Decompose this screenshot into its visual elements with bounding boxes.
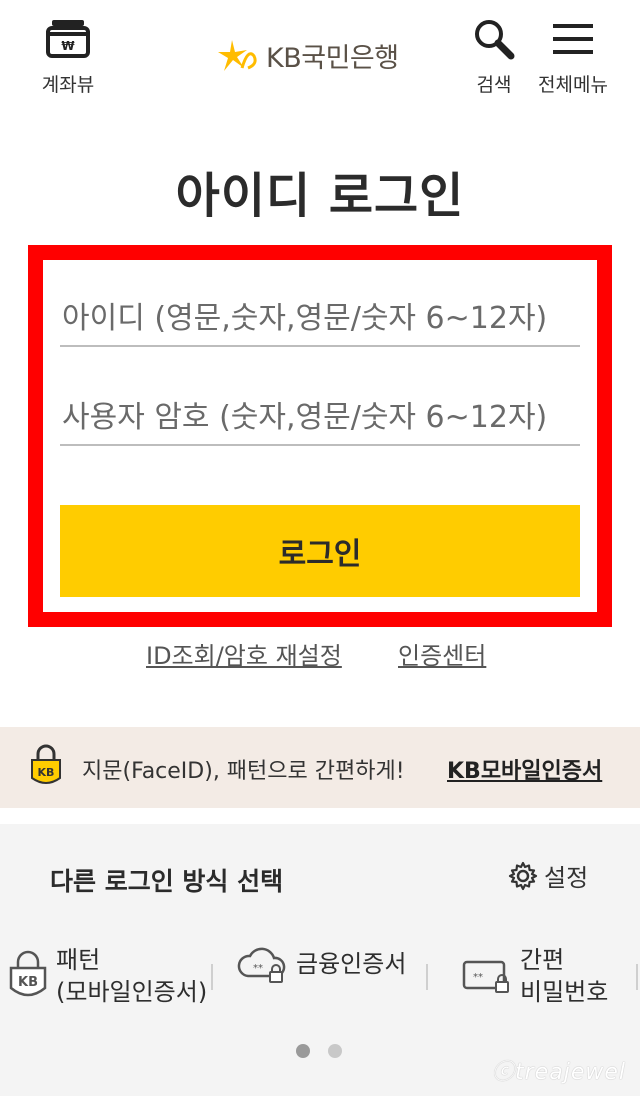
financial-cert-label: 금융인증서 xyxy=(296,950,407,978)
account-links: ID조회/암호 재설정 인증센터 xyxy=(0,636,640,676)
certificate-center-link[interactable]: 인증센터 xyxy=(398,636,486,671)
login-button[interactable]: 로그인 xyxy=(60,505,580,597)
method-divider xyxy=(426,964,428,990)
svg-text:KB: KB xyxy=(18,975,38,990)
pattern-login-option[interactable]: KB 패턴 (모바일인증서) xyxy=(8,944,207,1008)
carousel-pagination xyxy=(296,1044,360,1058)
cloud-lock-icon: ** xyxy=(237,947,286,983)
page-title: 아이디 로그인 xyxy=(175,168,465,224)
mobile-cert-banner[interactable]: KB 지문(FaceID), 패턴으로 간편하게! KB모바일인증서 xyxy=(0,727,640,808)
simple-password-label-line1: 간편 xyxy=(520,946,565,974)
gear-icon xyxy=(508,861,538,890)
kb-mobile-cert-link[interactable]: KB모바일인증서 xyxy=(447,753,602,785)
app-header: ₩ 계좌뷰 KB국민은행 검색 전체메뉴 xyxy=(0,0,640,110)
method-divider xyxy=(636,964,638,990)
full-menu-button[interactable]: 전체메뉴 xyxy=(532,18,614,97)
kb-logo[interactable]: KB국민은행 xyxy=(218,36,399,75)
hamburger-icon xyxy=(553,24,593,54)
kb-shield-lock-icon: KB xyxy=(9,950,47,997)
banner-text: 지문(FaceID), 패턴으로 간편하게! xyxy=(82,759,405,784)
account-view-label: 계좌뷰 xyxy=(41,74,95,96)
simple-password-option[interactable]: ** 간편 비밀번호 xyxy=(462,944,608,1008)
kb-star-logo-icon xyxy=(218,39,257,71)
card-lock-icon: ** xyxy=(462,960,509,993)
pattern-label: 패턴 (모바일인증서) xyxy=(56,944,207,1008)
pagination-dot[interactable] xyxy=(328,1044,342,1058)
kb-lock-icon: KB xyxy=(31,744,61,784)
alt-login-title: 다른 로그인 방식 선택 xyxy=(50,867,284,896)
simple-password-label-line2: 비밀번호 xyxy=(520,978,609,1006)
settings-button[interactable]: 설정 xyxy=(508,858,588,893)
method-divider xyxy=(211,964,213,990)
svg-text:**: ** xyxy=(253,963,263,974)
password-input[interactable] xyxy=(60,390,580,446)
svg-text:**: ** xyxy=(473,972,483,983)
settings-label: 설정 xyxy=(544,864,589,892)
financial-cert-option[interactable]: ** 금융인증서 xyxy=(236,944,406,984)
search-icon xyxy=(475,20,515,60)
full-menu-label: 전체메뉴 xyxy=(538,74,608,96)
wallet-icon: ₩ xyxy=(46,20,90,58)
watermark: ⓒtreajewel xyxy=(492,1060,626,1085)
account-view-button[interactable]: ₩ 계좌뷰 xyxy=(28,18,108,97)
simple-password-label: 간편 비밀번호 xyxy=(520,944,608,1008)
svg-text:₩: ₩ xyxy=(61,39,75,53)
login-form-highlight: 로그인 xyxy=(28,245,612,627)
alternative-login-section: 다른 로그인 방식 선택 설정 KB 패턴 (모바일인증서) ** 금융인증서 xyxy=(0,824,640,1096)
search-label: 검색 xyxy=(476,74,512,96)
id-input[interactable] xyxy=(60,291,580,347)
pattern-label-line2: (모바일인증서) xyxy=(56,978,208,1006)
search-button[interactable]: 검색 xyxy=(462,18,526,97)
svg-text:KB: KB xyxy=(38,766,55,779)
pagination-dot-active[interactable] xyxy=(296,1044,310,1058)
logo-text: KB국민은행 xyxy=(266,43,399,74)
find-id-reset-password-link[interactable]: ID조회/암호 재설정 xyxy=(146,636,342,671)
pattern-label-line1: 패턴 xyxy=(56,946,101,974)
